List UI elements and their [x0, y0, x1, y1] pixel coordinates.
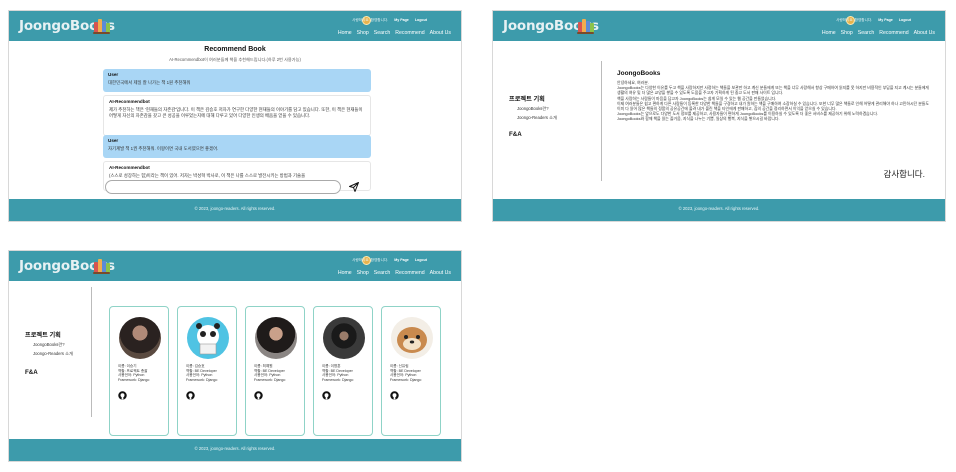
message-role: User [108, 138, 119, 143]
github-icon[interactable] [390, 391, 399, 400]
about-body: 안녕하세요, 여러분. JoongoBooks는 다양한 이유를 두고 책을 사… [617, 80, 929, 122]
member-info: 이름: 이명훈 역할: BE Developer 사용언어: Python Fr… [322, 364, 354, 382]
my-page-link[interactable]: My Page [878, 18, 893, 22]
header: JoongoBooks 사랑하지요, 환영합니다. My Page Logout H… [9, 251, 461, 281]
github-icon[interactable] [118, 391, 127, 400]
copyright: © 2023, joongo-readers. All rights reser… [678, 206, 760, 211]
user-greeting: 사랑하지요, 환영합니다. My Page Logout [352, 258, 427, 262]
team-card: 이름: 이명훈 역할: BE Developer 사용언어: Python Fr… [313, 306, 373, 436]
footer: © 2023, joongo-readers. All rights reser… [9, 199, 461, 221]
about-title: JoongoBooks [617, 70, 661, 77]
team-page-screenshot: JoongoBooks 사랑하지요, 환영합니다. My Page Logout H… [8, 250, 462, 462]
books-icon [93, 258, 110, 274]
sidebar-item-about[interactable]: JoongoBooks란? [517, 106, 549, 112]
about-paragraph: 이제 여러분들은 쉽고 편하게 다른 사람들이 등록한 다양한 책들을 구경하고… [617, 100, 929, 112]
logout-link[interactable]: Logout [415, 258, 427, 262]
divider [91, 287, 92, 417]
message-text: 자기계발 책 1권 추천해줘. 이왕이면 국내 도서였으면 좋겠어. [108, 146, 219, 151]
github-icon[interactable] [186, 391, 195, 400]
user-greeting: 사랑하지요, 환영합니다. My Page Logout [836, 18, 911, 22]
github-icon[interactable] [322, 391, 331, 400]
nav-about-us[interactable]: About Us [430, 270, 451, 276]
sidebar-item-faq[interactable]: F&A [25, 369, 38, 376]
sidebar-item-faq[interactable]: F&A [509, 131, 522, 138]
nav-search[interactable]: Search [374, 30, 390, 36]
nav-home[interactable]: Home [822, 30, 836, 36]
about-paragraph: JoongoBooks는 다양한 이유를 두고 책을 사랑하지만 사정하는 책들… [617, 85, 929, 96]
team-card: 이름: 신유림 역할: BE Developer 사용언어: Python Fr… [381, 306, 441, 436]
member-photo [119, 317, 161, 359]
nav-recommend[interactable]: Recommend [879, 30, 908, 36]
sidebar-heading: 프로젝트 기획 [25, 332, 61, 339]
nav-recommend[interactable]: Recommend [395, 270, 424, 276]
team-card: 이름: 김승호 역할: BE Developer 사용언어: Python Fr… [177, 306, 237, 436]
sidebar-heading: 프로젝트 기획 [509, 96, 545, 103]
my-page-link[interactable]: My Page [394, 18, 409, 22]
team-card: 이름: 이승기 역할: 프로젝트 총괄 사용언어: Python Framewo… [109, 306, 169, 436]
about-page-screenshot: JoongoBooks 사랑하지요, 환영합니다. My Page Logout H… [492, 10, 946, 222]
footer: © 2023, joongo-readers. All rights reser… [9, 439, 461, 461]
member-info: 이름: 이승기 역할: 프로젝트 총괄 사용언어: Python Framewo… [118, 364, 150, 382]
page-subtitle: AI-Recommendbot이 여러분들께 책을 추천해드립니다.(하루 2번… [169, 57, 301, 62]
footer: © 2023, joongo-readers. All rights reser… [493, 199, 945, 221]
main-nav: Home Shop Search Recommend About Us [333, 270, 451, 276]
copyright: © 2023, joongo-readers. All rights reser… [194, 206, 276, 211]
chat-input[interactable] [105, 180, 341, 194]
nav-home[interactable]: Home [338, 270, 352, 276]
books-icon [577, 18, 594, 34]
nav-about-us[interactable]: About Us [914, 30, 935, 36]
user-greeting: 사랑하지요, 환영합니다. My Page Logout [352, 18, 427, 22]
chat-message-user: User 대한민국에서 제일 잘 나가는 책 1원 추천해줘 [103, 69, 371, 92]
nav-recommend[interactable]: Recommend [395, 30, 424, 36]
nav-search[interactable]: Search [374, 270, 390, 276]
message-text: 제가 추천하는 책은 '현재들의 자존감'입니다. 이 책은 김승호 저자가 연… [109, 107, 363, 118]
main-nav: Home Shop Search Recommend About Us [333, 30, 451, 36]
nav-home[interactable]: Home [338, 30, 352, 36]
divider [601, 61, 602, 181]
sidebar-item-team[interactable]: Joongo-Readers 소개 [33, 351, 73, 357]
github-icon[interactable] [254, 391, 263, 400]
recommend-page-screenshot: JoongoBooks 사랑하지요, 환영합니다. My Page Logout H… [8, 10, 462, 222]
member-info: 이름: 최예원 역할: BE Developer 사용언어: Python Fr… [254, 364, 286, 382]
sidebar-item-team[interactable]: Joongo-Readers 소개 [517, 115, 557, 121]
message-role: AI-Recommendbot [109, 99, 150, 104]
sidebar-item-about[interactable]: JoongoBooks란? [33, 342, 65, 348]
member-photo [187, 317, 229, 359]
team-card: 이름: 최예원 역할: BE Developer 사용언어: Python Fr… [245, 306, 305, 436]
nav-shop[interactable]: Shop [841, 30, 853, 36]
member-photo [255, 317, 297, 359]
message-text: (스스로 성장하는 힘)이라는 책이 있어. 저자는 박성혁 박사로, 이 책은… [109, 173, 306, 178]
nav-shop[interactable]: Shop [357, 270, 369, 276]
header: JoongoBooks 사랑하지요, 환영합니다. My Page Logout H… [9, 11, 461, 41]
message-text: 대한민국에서 제일 잘 나가는 책 1원 추천해줘 [108, 80, 191, 85]
chat-message-user: User 자기계발 책 1권 추천해줘. 이왕이면 국내 도서였으면 좋겠어. [103, 135, 371, 158]
send-icon[interactable] [348, 181, 360, 193]
chat-message-bot: AI-Recommendbot 제가 추천하는 책은 '현재들의 자존감'입니다… [103, 95, 371, 136]
page-title: Recommend Book [204, 46, 266, 53]
member-photo [391, 317, 433, 359]
books-icon [93, 18, 110, 34]
copyright: © 2023, joongo-readers. All rights reser… [194, 446, 276, 451]
nav-search[interactable]: Search [858, 30, 874, 36]
message-role: AI-Recommendbot [109, 165, 150, 170]
logout-link[interactable]: Logout [899, 18, 911, 22]
message-role: User [108, 72, 119, 77]
member-info: 이름: 신유림 역할: BE Developer 사용언어: Python Fr… [390, 364, 422, 382]
nav-about-us[interactable]: About Us [430, 30, 451, 36]
main-nav: Home Shop Search Recommend About Us [817, 30, 935, 36]
nav-shop[interactable]: Shop [357, 30, 369, 36]
member-photo [323, 317, 365, 359]
logout-link[interactable]: Logout [415, 18, 427, 22]
my-page-link[interactable]: My Page [394, 258, 409, 262]
about-paragraph: JoongoBooks와 함께 책을 읽는 즐거움, 지식을 나누는 기쁨, 일… [617, 116, 780, 122]
header: JoongoBooks 사랑하지요, 환영합니다. My Page Logout H… [493, 11, 945, 41]
member-info: 이름: 김승호 역할: BE Developer 사용언어: Python Fr… [186, 364, 218, 382]
thanks-text: 감사합니다. [883, 169, 925, 179]
